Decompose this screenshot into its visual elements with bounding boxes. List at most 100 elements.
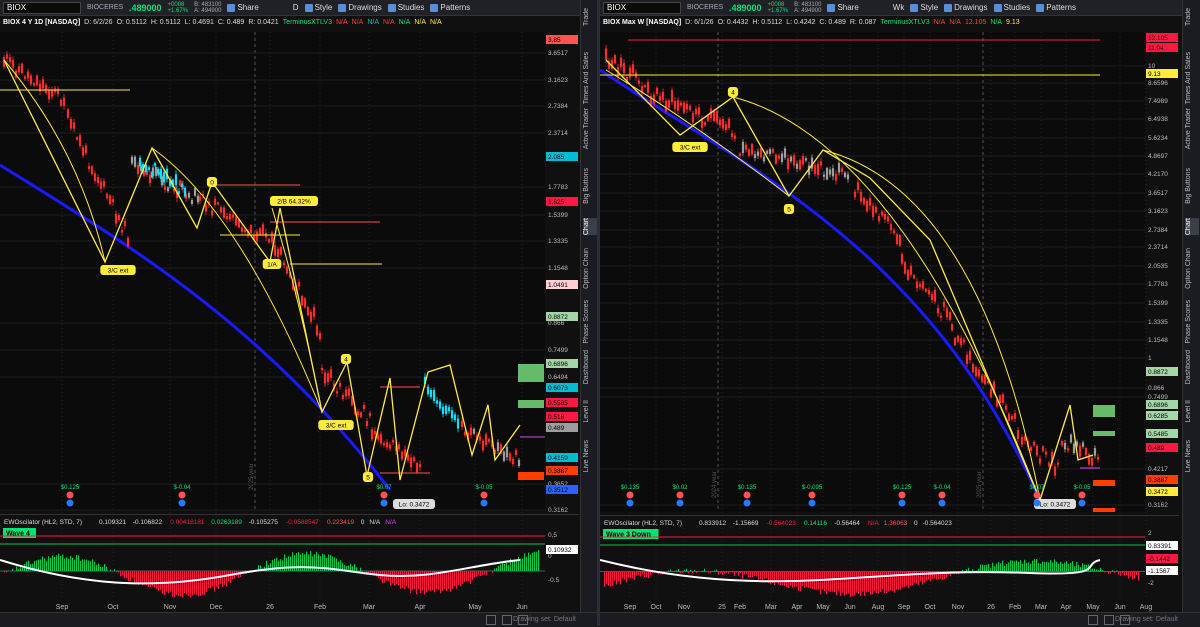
candle-body bbox=[73, 122, 75, 128]
osc-histogram-bar bbox=[20, 567, 21, 571]
sidebar-tab-chart[interactable]: Chart bbox=[583, 218, 597, 235]
price-tag-label: 3.85 bbox=[548, 37, 561, 44]
left-price-chart[interactable]: SepOctNovDec26FebMarAprMayJun2025 year3.… bbox=[0, 0, 598, 612]
osc-histogram-bar bbox=[1022, 564, 1023, 572]
osc-histogram-bar bbox=[828, 572, 829, 592]
candle-body bbox=[863, 198, 865, 204]
osc-histogram-bar bbox=[198, 571, 199, 596]
candle-body bbox=[1011, 416, 1013, 419]
osc-tag-label: -0.1442 bbox=[1148, 556, 1170, 563]
osc-histogram-bar bbox=[190, 571, 191, 597]
sidebar-tab-chart[interactable]: Chart bbox=[1185, 218, 1199, 235]
candle-body bbox=[728, 119, 730, 128]
price-axis-label: 0.6494 bbox=[548, 374, 568, 381]
candle-body bbox=[175, 174, 177, 185]
sidebar-tab-level-ii[interactable]: Level II bbox=[583, 400, 597, 423]
candle-body bbox=[167, 187, 169, 191]
osc-histogram-bar bbox=[756, 572, 757, 577]
right-drawing-set[interactable]: Drawing set: Default bbox=[1115, 616, 1178, 623]
sidebar-tab-trade[interactable]: Trade bbox=[583, 8, 597, 26]
sidebar-tab-live-news[interactable]: Live News bbox=[583, 440, 597, 472]
low-label: Lo: 0.3472 bbox=[1040, 502, 1071, 509]
zoom-icon[interactable] bbox=[1088, 615, 1098, 625]
candle-body bbox=[211, 211, 213, 216]
osc-histogram-bar bbox=[192, 571, 193, 595]
osc-histogram-bar bbox=[16, 566, 17, 571]
osc-histogram-bar bbox=[1030, 564, 1031, 572]
pan-icon[interactable] bbox=[502, 615, 512, 625]
sidebar-tab-option-chain[interactable]: Option Chain bbox=[583, 248, 597, 289]
candle-body bbox=[497, 442, 499, 451]
earnings-icon bbox=[481, 492, 488, 499]
earnings-value: $0.02 bbox=[672, 485, 688, 491]
sidebar-tab-active-trader[interactable]: Active Trader bbox=[583, 108, 597, 149]
candle-body bbox=[479, 436, 481, 440]
osc-histogram-bar bbox=[1038, 563, 1039, 571]
sidebar-tab-dashboard[interactable]: Dashboard bbox=[583, 350, 597, 384]
candle-body bbox=[127, 238, 129, 247]
osc-histogram-bar bbox=[1056, 562, 1057, 572]
candle-body bbox=[342, 395, 344, 399]
price-axis-label: 1 bbox=[1148, 355, 1152, 362]
osc-info-value: N/A bbox=[385, 519, 397, 526]
candle-body bbox=[413, 457, 415, 461]
osc-histogram-bar bbox=[722, 572, 723, 575]
osc-histogram-bar bbox=[410, 571, 411, 593]
osc-histogram-bar bbox=[18, 569, 19, 571]
sidebar-tab-times-and-sales[interactable]: Times And Sales bbox=[1185, 52, 1199, 104]
left-drawing-set[interactable]: Drawing set: Default bbox=[513, 616, 576, 623]
osc-histogram-bar bbox=[882, 572, 883, 589]
pan-icon[interactable] bbox=[1104, 615, 1114, 625]
osc-histogram-bar bbox=[836, 572, 837, 596]
right-price-chart[interactable]: SepOctNov25FebMarAprMayJunAugSepOctNov26… bbox=[600, 0, 1200, 612]
candle-body bbox=[754, 154, 756, 158]
sidebar-tab-dashboard[interactable]: Dashboard bbox=[1185, 350, 1199, 384]
osc-histogram-bar bbox=[646, 572, 647, 578]
sidebar-tab-trade[interactable]: Trade bbox=[1185, 8, 1199, 26]
sidebar-tab-phase-scores[interactable]: Phase Scores bbox=[583, 300, 597, 344]
sidebar-tab-phase-scores[interactable]: Phase Scores bbox=[1185, 300, 1199, 344]
sidebar-tab-big-buttons[interactable]: Big Buttons bbox=[583, 168, 597, 204]
candle-body bbox=[191, 200, 193, 204]
osc-histogram-bar bbox=[470, 571, 471, 584]
price-axis-label: 3.1623 bbox=[548, 77, 568, 84]
osc-histogram-bar bbox=[282, 560, 283, 571]
osc-histogram-bar bbox=[694, 570, 695, 571]
osc-histogram-bar bbox=[454, 571, 455, 586]
candle-body bbox=[277, 249, 279, 257]
osc-histogram-bar bbox=[356, 567, 357, 571]
price-axis-label: 0.7499 bbox=[548, 347, 568, 354]
dividend-icon bbox=[381, 500, 388, 507]
sidebar-tab-live-news[interactable]: Live News bbox=[1185, 440, 1199, 472]
osc-histogram-bar bbox=[806, 572, 807, 587]
osc-info-value: EWOscilator (HL2, STD, 7) bbox=[604, 520, 682, 527]
candle-body bbox=[796, 164, 798, 169]
osc-histogram-bar bbox=[444, 571, 445, 589]
candle-body bbox=[860, 192, 862, 202]
earnings-value: $-0.05 bbox=[1073, 485, 1091, 491]
sidebar-tab-active-trader[interactable]: Active Trader bbox=[1185, 108, 1199, 149]
candle-body bbox=[949, 312, 951, 320]
osc-histogram-bar bbox=[702, 571, 703, 572]
sidebar-tab-level-ii[interactable]: Level II bbox=[1185, 400, 1199, 423]
osc-axis-label: -2 bbox=[1148, 580, 1154, 587]
zoom-icon[interactable] bbox=[486, 615, 496, 625]
osc-histogram-bar bbox=[648, 572, 649, 579]
osc-histogram-bar bbox=[628, 572, 629, 578]
osc-histogram-bar bbox=[512, 561, 513, 571]
wave-label: 3/C ext bbox=[680, 145, 701, 152]
osc-histogram-bar bbox=[40, 560, 41, 571]
sidebar-tab-big-buttons[interactable]: Big Buttons bbox=[1185, 168, 1199, 204]
osc-histogram-bar bbox=[118, 571, 119, 572]
candle-body bbox=[692, 113, 694, 122]
x-axis-month-label: Aug bbox=[872, 604, 885, 611]
sidebar-tab-option-chain[interactable]: Option Chain bbox=[1185, 248, 1199, 289]
candle-body bbox=[124, 221, 126, 226]
sidebar-tab-times-and-sales[interactable]: Times And Sales bbox=[583, 52, 597, 104]
earnings-icon bbox=[1034, 492, 1041, 499]
osc-histogram-bar bbox=[606, 572, 607, 585]
candle-body bbox=[244, 230, 246, 232]
candle-body bbox=[274, 245, 276, 255]
osc-histogram-bar bbox=[720, 572, 721, 574]
x-axis-month-label: May bbox=[468, 604, 482, 611]
